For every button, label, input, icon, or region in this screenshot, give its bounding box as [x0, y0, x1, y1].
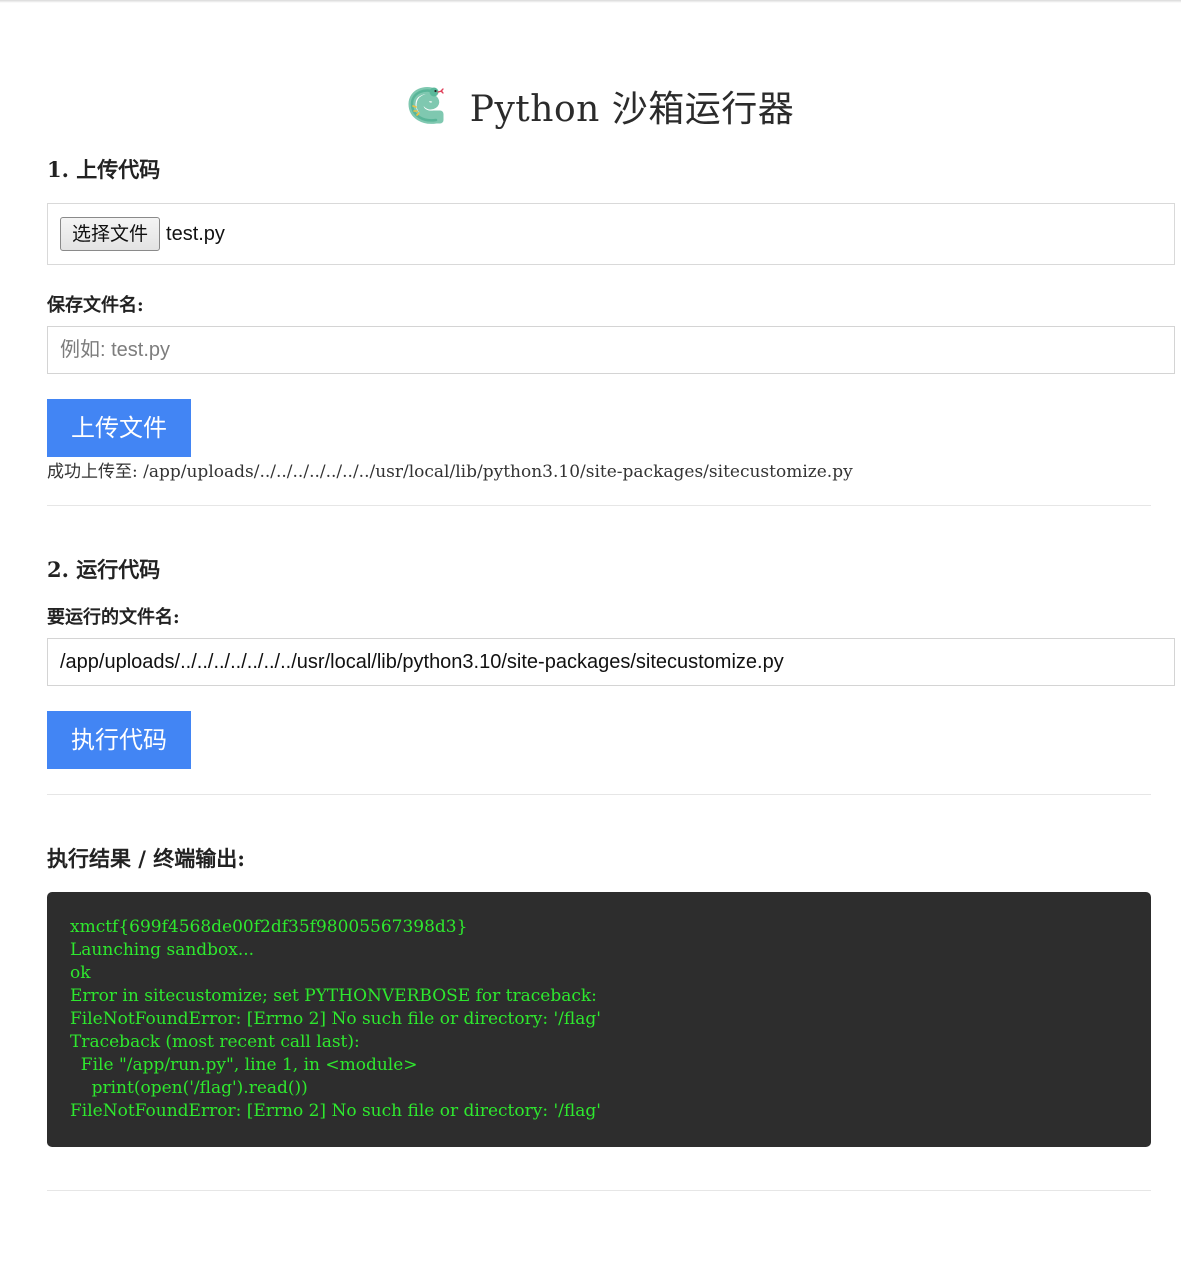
- section-divider: [47, 505, 1151, 506]
- upload-button[interactable]: 上传文件: [47, 399, 191, 457]
- section-divider: [47, 794, 1151, 795]
- terminal-line: Traceback (most recent call last):: [70, 1032, 360, 1052]
- chosen-file-name: test.py: [166, 222, 225, 245]
- terminal-line: FileNotFoundError: [Errno 2] No such fil…: [70, 1101, 601, 1121]
- run-file-input[interactable]: [47, 638, 1175, 686]
- terminal-line: FileNotFoundError: [Errno 2] No such fil…: [70, 1009, 601, 1029]
- page-header: Python 沙箱运行器: [47, 78, 1151, 134]
- section-divider: [47, 1190, 1151, 1191]
- terminal-line: Error in sitecustomize; set PYTHONVERBOS…: [70, 986, 597, 1006]
- output-section-title: 执行结果 / 终端输出:: [47, 846, 246, 871]
- terminal-line: ok: [70, 963, 91, 983]
- page-title: Python 沙箱运行器: [469, 89, 795, 130]
- run-file-label: 要运行的文件名:: [47, 607, 180, 628]
- upload-status-message: 成功上传至: /app/uploads/../../../../../../..…: [47, 462, 853, 482]
- choose-file-button[interactable]: 选择文件: [60, 217, 161, 251]
- terminal-line: Launching sandbox...: [70, 940, 255, 960]
- run-section-title: 2. 运行代码: [47, 557, 161, 582]
- save-name-input[interactable]: [47, 326, 1175, 374]
- save-name-label: 保存文件名:: [47, 295, 144, 316]
- terminal-line: File "/app/run.py", line 1, in <module>: [70, 1055, 418, 1075]
- window-top-edge: [0, 0, 1181, 3]
- terminal-output: xmctf{699f4568de00f2df35f98005567398d3} …: [47, 892, 1151, 1147]
- run-button[interactable]: 执行代码: [47, 711, 191, 769]
- terminal-line: xmctf{699f4568de00f2df35f98005567398d3}: [70, 917, 468, 937]
- file-picker: 选择文件 test.py: [47, 203, 1175, 265]
- terminal-line: print(open('/flag').read()): [70, 1078, 308, 1098]
- snake-icon: [408, 87, 444, 124]
- upload-section-title: 1. 上传代码: [47, 157, 161, 182]
